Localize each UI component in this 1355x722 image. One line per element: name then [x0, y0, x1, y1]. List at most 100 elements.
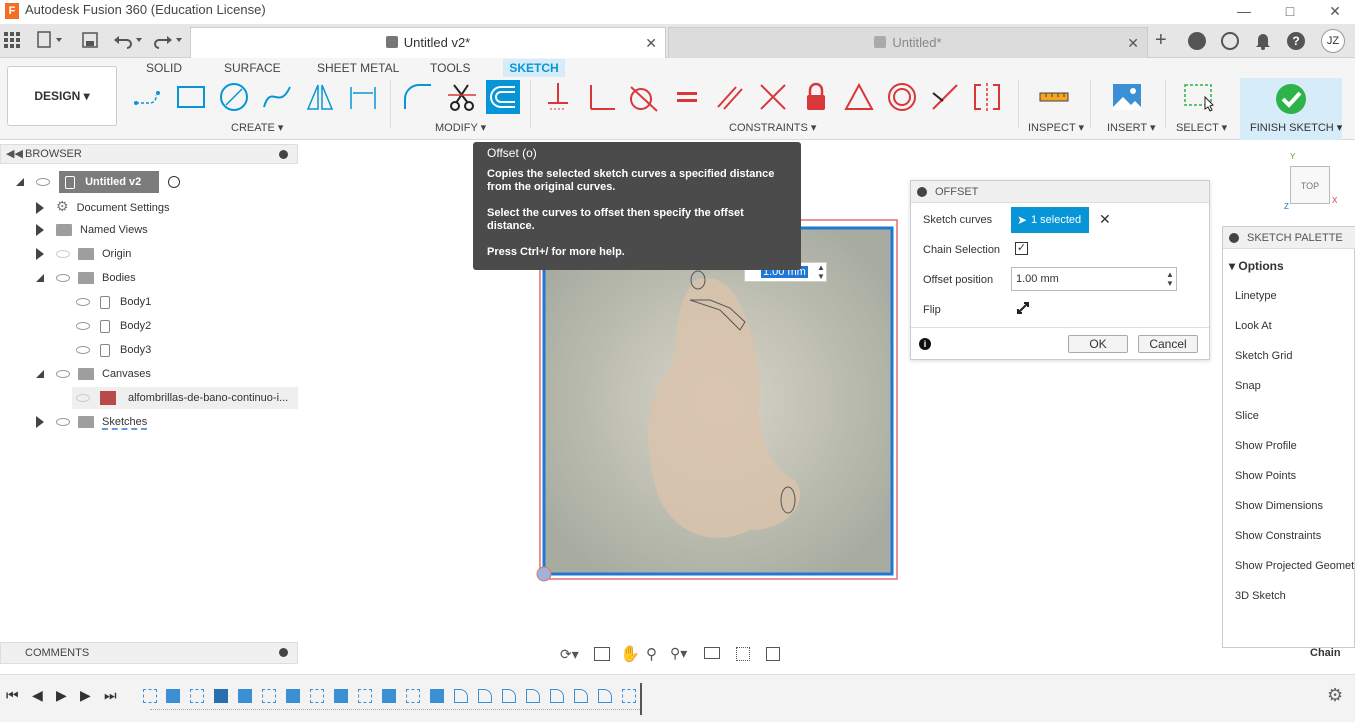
visibility-eye-icon[interactable]	[76, 322, 90, 331]
play-icon[interactable]: ▶	[56, 687, 67, 704]
browser-node-origin[interactable]: Origin	[36, 243, 131, 265]
palette-show-constraints[interactable]: Show Constraints	[1235, 530, 1321, 542]
help-icon[interactable]: ?	[1287, 32, 1305, 50]
browser-node-canvases[interactable]: Canvases	[36, 363, 151, 385]
timeline-fillet-icon[interactable]	[454, 689, 468, 703]
chain-selection-checkbox[interactable]: ✓	[1015, 242, 1028, 255]
browser-node-body1[interactable]: Body1	[76, 291, 151, 313]
palette-show-dimensions[interactable]: Show Dimensions	[1235, 500, 1323, 512]
collinear-constraint-icon[interactable]	[928, 80, 962, 114]
browser-node-sketches[interactable]: Sketches	[36, 411, 148, 433]
view-cube-top[interactable]: TOP	[1290, 166, 1330, 204]
insert-menu[interactable]: INSERT ▾	[1107, 121, 1156, 134]
palette-sketch-grid[interactable]: Sketch Grid	[1235, 350, 1292, 362]
browser-node-bodies[interactable]: Bodies	[36, 267, 136, 289]
step-back-icon[interactable]: ◀	[32, 687, 43, 704]
collapse-dialog-icon[interactable]	[917, 187, 927, 197]
spline-tool-icon[interactable]	[260, 80, 294, 114]
browser-root[interactable]: Untitled v2	[16, 171, 181, 193]
maximize-icon[interactable]: □	[1267, 0, 1313, 24]
save-icon[interactable]	[82, 32, 98, 48]
coincident-constraint-icon[interactable]	[541, 80, 575, 114]
modify-menu[interactable]: MODIFY ▾	[435, 121, 486, 134]
symmetry-constraint-icon[interactable]	[970, 80, 1004, 114]
viewports-icon[interactable]	[766, 647, 780, 661]
collapse-arrow-icon[interactable]	[16, 178, 24, 187]
hidden-eye-icon[interactable]	[76, 394, 90, 403]
visibility-eye-icon[interactable]	[36, 178, 50, 187]
timeline-sketch-icon[interactable]	[622, 689, 636, 703]
timeline-extrude-icon[interactable]	[430, 689, 444, 703]
measure-tool-icon[interactable]	[1037, 80, 1071, 114]
undo-icon[interactable]	[113, 31, 145, 49]
finish-sketch-button[interactable]: FINISH SKETCH ▾	[1240, 78, 1342, 140]
hidden-eye-icon[interactable]	[56, 250, 70, 259]
job-status-icon[interactable]	[1221, 32, 1239, 50]
timeline-extrude-icon[interactable]	[166, 689, 180, 703]
perpendicular-constraint-icon[interactable]	[584, 80, 618, 114]
palette-look-at[interactable]: Look At	[1235, 320, 1272, 332]
expand-arrow-icon[interactable]	[36, 202, 44, 215]
fit-zoom-icon[interactable]: ⚲▾	[670, 645, 687, 662]
palette-show-projected-geometries[interactable]: Show Projected Geometries	[1235, 560, 1355, 572]
timeline-extrude-icon[interactable]	[334, 689, 348, 703]
timeline-sketch-icon[interactable]	[143, 689, 157, 703]
tab-untitled-v2[interactable]: Untitled v2* ✕	[190, 27, 666, 58]
concentric-constraint-icon[interactable]	[885, 80, 919, 114]
palette-3d-sketch[interactable]: 3D Sketch	[1235, 590, 1286, 602]
browser-node-named-views[interactable]: Named Views	[36, 219, 148, 241]
expand-arrow-icon[interactable]	[36, 416, 44, 429]
options-section[interactable]: ▾ Options	[1229, 259, 1284, 273]
look-at-icon[interactable]	[594, 647, 610, 661]
collapse-panel-icon[interactable]: ◀◀	[6, 147, 23, 160]
display-settings-icon[interactable]	[704, 647, 720, 659]
tab-sheet-metal[interactable]: SHEET METAL	[317, 59, 399, 77]
tab-surface[interactable]: SURFACE	[224, 59, 281, 77]
file-menu-icon[interactable]	[37, 31, 63, 49]
browser-node-body3[interactable]: Body3	[76, 339, 151, 361]
trim-scissors-icon[interactable]	[445, 80, 479, 114]
grid-settings-icon[interactable]	[736, 647, 750, 661]
timeline-fillet-icon[interactable]	[478, 689, 492, 703]
palette-show-profile[interactable]: Show Profile	[1235, 440, 1297, 452]
line-tool-icon[interactable]	[131, 80, 165, 114]
timeline-sketch-icon[interactable]	[358, 689, 372, 703]
timeline-sketch-icon[interactable]	[262, 689, 276, 703]
tangent-constraint-icon[interactable]	[626, 80, 660, 114]
timeline-settings-gear-icon[interactable]: ⚙	[1327, 685, 1343, 706]
ok-button[interactable]: OK	[1068, 335, 1128, 353]
fix-lock-icon[interactable]	[799, 80, 833, 114]
timeline-marker[interactable]	[640, 683, 642, 715]
palette-linetype[interactable]: Linetype	[1235, 290, 1277, 302]
minimize-icon[interactable]: —	[1221, 0, 1267, 24]
spinner-icon[interactable]: ▲ ▼	[1166, 270, 1174, 288]
go-to-end-icon[interactable]: ⏭	[104, 687, 117, 704]
visibility-eye-icon[interactable]	[76, 346, 90, 355]
triangle-constraint-icon[interactable]	[842, 80, 876, 114]
step-forward-icon[interactable]: ▶	[80, 687, 91, 704]
close-icon[interactable]: ✕	[1312, 0, 1355, 24]
rectangle-tool-icon[interactable]	[174, 80, 208, 114]
constraints-menu[interactable]: CONSTRAINTS ▾	[729, 121, 816, 134]
timeline-fillet-icon[interactable]	[574, 689, 588, 703]
timeline-fillet-icon[interactable]	[598, 689, 612, 703]
tab-untitled[interactable]: Untitled* ✕	[668, 27, 1148, 58]
notifications-bell-icon[interactable]	[1255, 32, 1271, 50]
tab-tools[interactable]: TOOLS	[430, 59, 470, 77]
timeline-extrude-icon[interactable]	[238, 689, 252, 703]
zoom-icon[interactable]: ⚲	[646, 645, 657, 663]
grid-menu-icon[interactable]	[4, 32, 20, 48]
collapse-palette-icon[interactable]	[1229, 233, 1239, 243]
browser-node-canvas-image[interactable]: alfombrillas-de-bano-continuo-i...	[72, 387, 298, 409]
cancel-button[interactable]: Cancel	[1138, 335, 1198, 353]
tab-close-icon[interactable]: ✕	[645, 28, 657, 58]
visibility-eye-icon[interactable]	[56, 418, 70, 427]
sketch-curves-selection[interactable]: ➤ 1 selected	[1011, 207, 1089, 233]
offset-tool-icon[interactable]	[486, 80, 520, 114]
extensions-icon[interactable]	[1188, 32, 1206, 50]
visibility-eye-icon[interactable]	[76, 298, 90, 307]
sketch-palette-header[interactable]: SKETCH PALETTE	[1223, 227, 1355, 249]
palette-slice[interactable]: Slice	[1235, 410, 1259, 422]
palette-show-points[interactable]: Show Points	[1235, 470, 1296, 482]
fillet-tool-icon[interactable]	[400, 80, 434, 114]
